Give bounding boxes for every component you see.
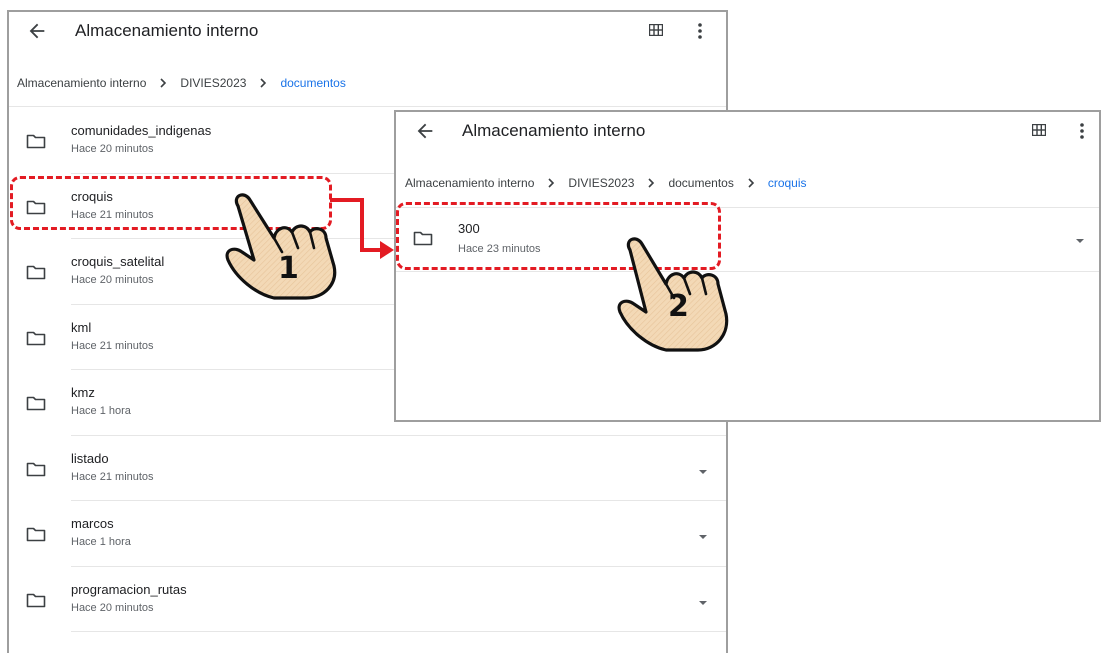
file-modified: Hace 1 hora	[71, 536, 131, 548]
chevron-right-icon	[648, 178, 655, 188]
folder-icon	[26, 593, 46, 607]
more-vert-icon[interactable]	[697, 22, 703, 40]
folder-icon	[26, 265, 46, 280]
arrow-left-icon[interactable]	[26, 20, 48, 42]
folder-icon	[26, 462, 46, 476]
grid-view-icon[interactable]	[649, 24, 663, 36]
list-item[interactable]: programacion_rutas Hace 20 minutos	[9, 567, 726, 632]
folder-icon	[26, 527, 46, 542]
file-modified: Hace 20 minutos	[71, 274, 154, 286]
chevron-right-icon	[548, 178, 555, 188]
grid-view-icon[interactable]	[1032, 124, 1046, 136]
app-bar-title: Almacenamiento interno	[75, 21, 259, 40]
file-modified: Hace 21 minutos	[71, 470, 154, 483]
app-bar: Almacenamiento interno	[396, 112, 1099, 156]
more-vert-icon[interactable]	[1079, 122, 1085, 140]
chevron-right-icon	[260, 78, 267, 88]
app-bar-title: Almacenamiento interno	[462, 121, 646, 140]
file-name: programacion_rutas	[71, 581, 187, 597]
breadcrumb-item[interactable]: DIVIES2023	[568, 176, 634, 190]
file-modified: Hace 20 minutos	[71, 601, 154, 614]
breadcrumb-item[interactable]: Almacenamiento interno	[405, 176, 534, 190]
pointing-hand-icon: 1	[225, 193, 337, 300]
breadcrumb-item[interactable]: documentos	[668, 176, 733, 190]
app-bar: Almacenamiento interno	[9, 12, 726, 56]
folder-icon	[26, 331, 46, 345]
caret-down-icon[interactable]	[1075, 238, 1085, 244]
folder-icon	[26, 134, 46, 149]
file-modified: Hace 20 minutos	[71, 143, 154, 155]
breadcrumb-item[interactable]: DIVIES2023	[180, 76, 246, 90]
file-name: kmz	[71, 385, 95, 400]
breadcrumb-item[interactable]: Almacenamiento interno	[17, 76, 146, 90]
file-name: croquis_satelital	[71, 254, 165, 269]
list-item[interactable]: marcos Hace 1 hora	[9, 501, 726, 567]
folder-icon	[26, 396, 46, 411]
file-name: listado	[71, 450, 109, 466]
arrow-left-icon[interactable]	[414, 120, 436, 142]
caret-down-icon[interactable]	[698, 534, 708, 540]
step-number-1: 1	[278, 251, 299, 286]
step-number-2: 2	[668, 289, 689, 324]
list-divider	[71, 631, 726, 632]
chevron-right-icon	[748, 178, 754, 188]
chevron-right-icon	[160, 78, 167, 88]
file-modified: Hace 21 minutos	[71, 339, 154, 352]
breadcrumb-item-current[interactable]: croquis	[768, 176, 807, 190]
caret-down-icon[interactable]	[698, 600, 708, 606]
breadcrumb-divider	[9, 106, 726, 107]
pointing-hand-icon: 2	[617, 237, 729, 352]
file-name: marcos	[71, 516, 114, 531]
breadcrumb-item-current[interactable]: documentos	[280, 76, 345, 90]
breadcrumb: Almacenamiento interno DIVIES2023 docume…	[17, 76, 346, 90]
file-name: comunidades_indigenas	[71, 123, 212, 138]
caret-down-icon[interactable]	[698, 469, 708, 475]
list-item[interactable]: listado Hace 21 minutos	[9, 436, 726, 501]
breadcrumb: Almacenamiento interno DIVIES2023 docume…	[405, 176, 807, 190]
file-name: kml	[71, 319, 92, 335]
file-modified: Hace 1 hora	[71, 405, 131, 417]
